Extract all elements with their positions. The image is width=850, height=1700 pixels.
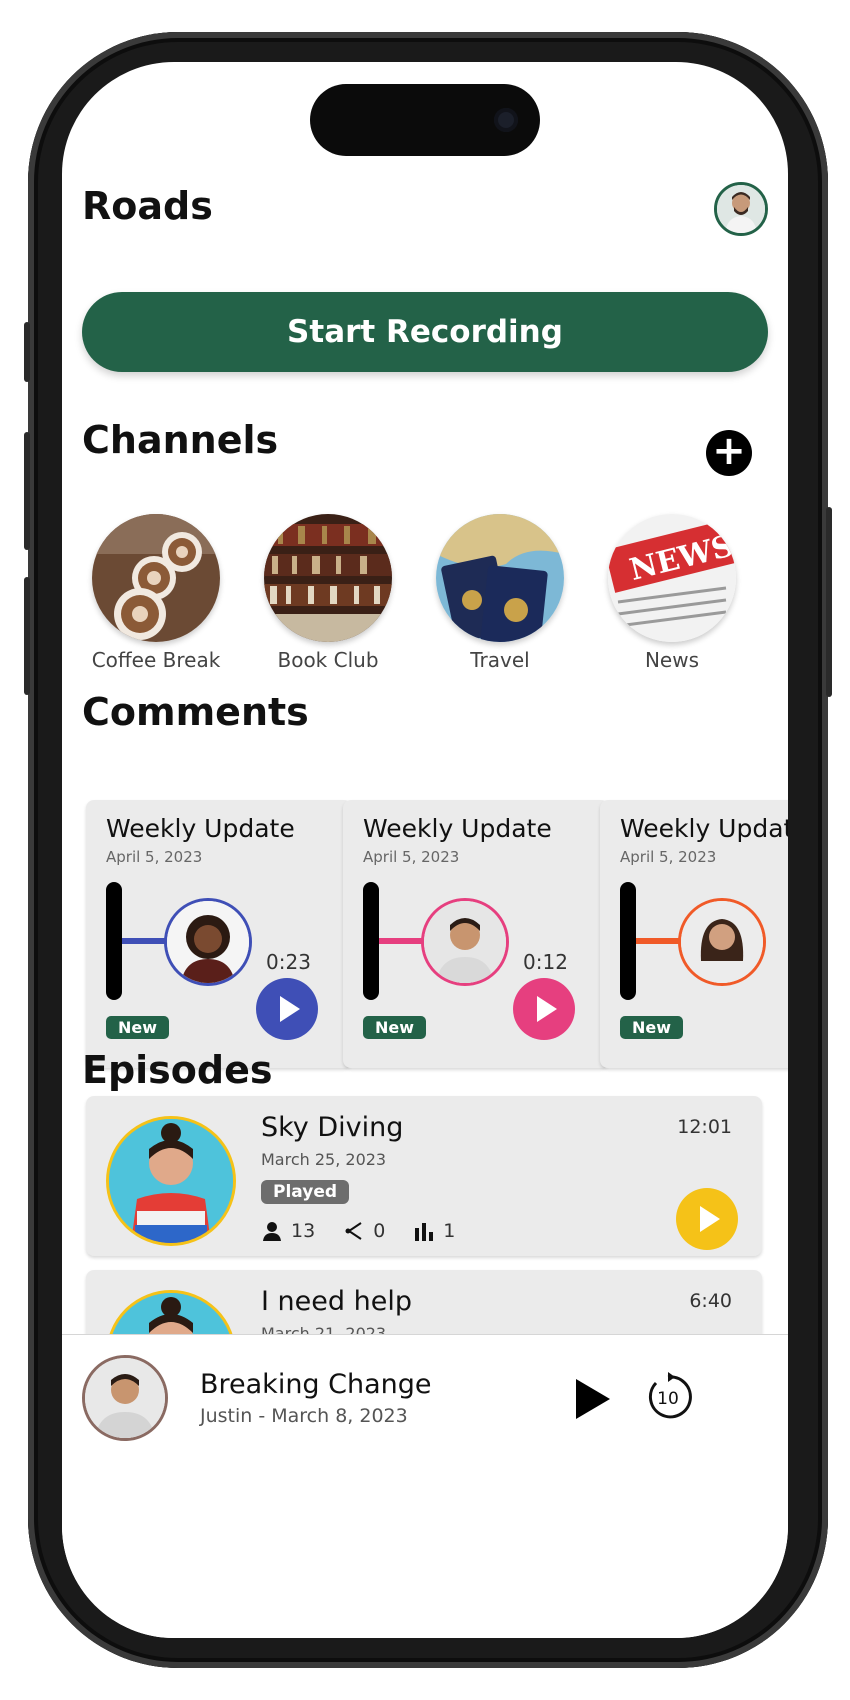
books-image (264, 514, 392, 642)
episodes-heading: Episodes (82, 1048, 273, 1092)
audio-track-bar (620, 882, 636, 1000)
comment-title: Weekly Update (106, 814, 295, 843)
channel-coffee-break[interactable]: Coffee Break (66, 514, 246, 672)
replay-10-icon[interactable]: 10 (642, 1371, 694, 1423)
replay-seconds: 10 (657, 1389, 679, 1409)
comment-duration: 0:23 (266, 950, 311, 974)
comment-date: April 5, 2023 (363, 848, 460, 866)
plays-count: 1 (443, 1220, 456, 1242)
channels-list: Coffee Break Book Club Travel NEWS News (62, 514, 788, 674)
channel-news[interactable]: NEWS News (582, 514, 762, 672)
comment-card[interactable]: Weekly Update April 5, 2023 New (600, 800, 788, 1068)
play-icon[interactable] (576, 1379, 610, 1419)
track-connector (636, 938, 680, 944)
comment-title: Weekly Update (620, 814, 788, 843)
track-connector (122, 938, 166, 944)
coffee-image (92, 514, 220, 642)
new-badge: New (106, 1016, 170, 1039)
play-button[interactable] (256, 978, 318, 1040)
episode-date: March 25, 2023 (261, 1150, 387, 1169)
new-badge: New (363, 1016, 427, 1039)
channel-label: News (644, 648, 700, 672)
episode-duration: 6:40 (689, 1290, 732, 1312)
comment-card[interactable]: Weekly Update April 5, 2023 0:12 New (343, 800, 609, 1068)
passport-image (436, 514, 564, 642)
commenter-avatar (678, 898, 766, 986)
channel-label: Travel (470, 648, 530, 672)
episode-title: I need help (261, 1286, 412, 1317)
episode-card[interactable]: Sky Diving March 25, 2023 12:01 Played 1… (86, 1096, 762, 1256)
new-badge: New (620, 1016, 684, 1039)
played-badge: Played (261, 1180, 350, 1204)
shares-stat: 0 (343, 1220, 385, 1242)
comment-card[interactable]: Weekly Update April 5, 2023 0:23 New (86, 800, 352, 1068)
episode-duration: 12:01 (677, 1116, 732, 1138)
commenter-avatar (421, 898, 509, 986)
channel-travel[interactable]: Travel (410, 514, 590, 672)
audio-track-bar (106, 882, 122, 1000)
comment-duration: 0:12 (523, 950, 568, 974)
episode-avatar (106, 1116, 236, 1246)
bar-chart-icon (415, 1223, 434, 1241)
audio-track-bar (363, 882, 379, 1000)
player-title: Breaking Change (200, 1369, 432, 1400)
channel-book-club[interactable]: Book Club (238, 514, 418, 672)
mini-player[interactable]: Breaking Change Justin - March 8, 2023 1… (62, 1334, 788, 1638)
channels-heading: Channels (82, 418, 279, 462)
app-title: Roads (82, 184, 213, 228)
volume-up-button (24, 432, 30, 550)
volume-down-button (24, 577, 30, 695)
episode-title: Sky Diving (261, 1112, 404, 1143)
mute-switch (24, 322, 30, 382)
player-subtitle: Justin - March 8, 2023 (200, 1405, 408, 1427)
episode-play-button[interactable] (676, 1188, 738, 1250)
comment-date: April 5, 2023 (620, 848, 717, 866)
plays-stat: 1 (413, 1220, 455, 1242)
comment-title: Weekly Update (363, 814, 552, 843)
comments-heading: Comments (82, 690, 309, 734)
profile-avatar[interactable] (714, 182, 768, 236)
commenter-avatar (164, 898, 252, 986)
episode-stats: 13 0 1 (261, 1220, 469, 1242)
player-avatar (82, 1355, 168, 1441)
app-screen: Roads Start Recording Channels + Coffee … (62, 62, 788, 1638)
track-connector (379, 938, 423, 944)
add-channel-button[interactable]: + (706, 430, 752, 476)
share-icon (345, 1222, 362, 1240)
power-button (826, 507, 832, 697)
camera-icon (494, 108, 518, 132)
shares-count: 0 (373, 1220, 386, 1242)
channel-label: Book Club (277, 648, 379, 672)
user-avatar-icon (717, 185, 765, 233)
plus-icon: + (712, 428, 746, 474)
play-button[interactable] (513, 978, 575, 1040)
person-icon (263, 1222, 281, 1241)
channel-label: Coffee Break (91, 648, 221, 672)
listeners-count: 13 (291, 1220, 316, 1242)
comment-date: April 5, 2023 (106, 848, 203, 866)
listeners-stat: 13 (261, 1220, 315, 1242)
start-recording-button[interactable]: Start Recording (82, 292, 768, 372)
dynamic-island (310, 84, 540, 156)
newspaper-image: NEWS (608, 514, 736, 642)
